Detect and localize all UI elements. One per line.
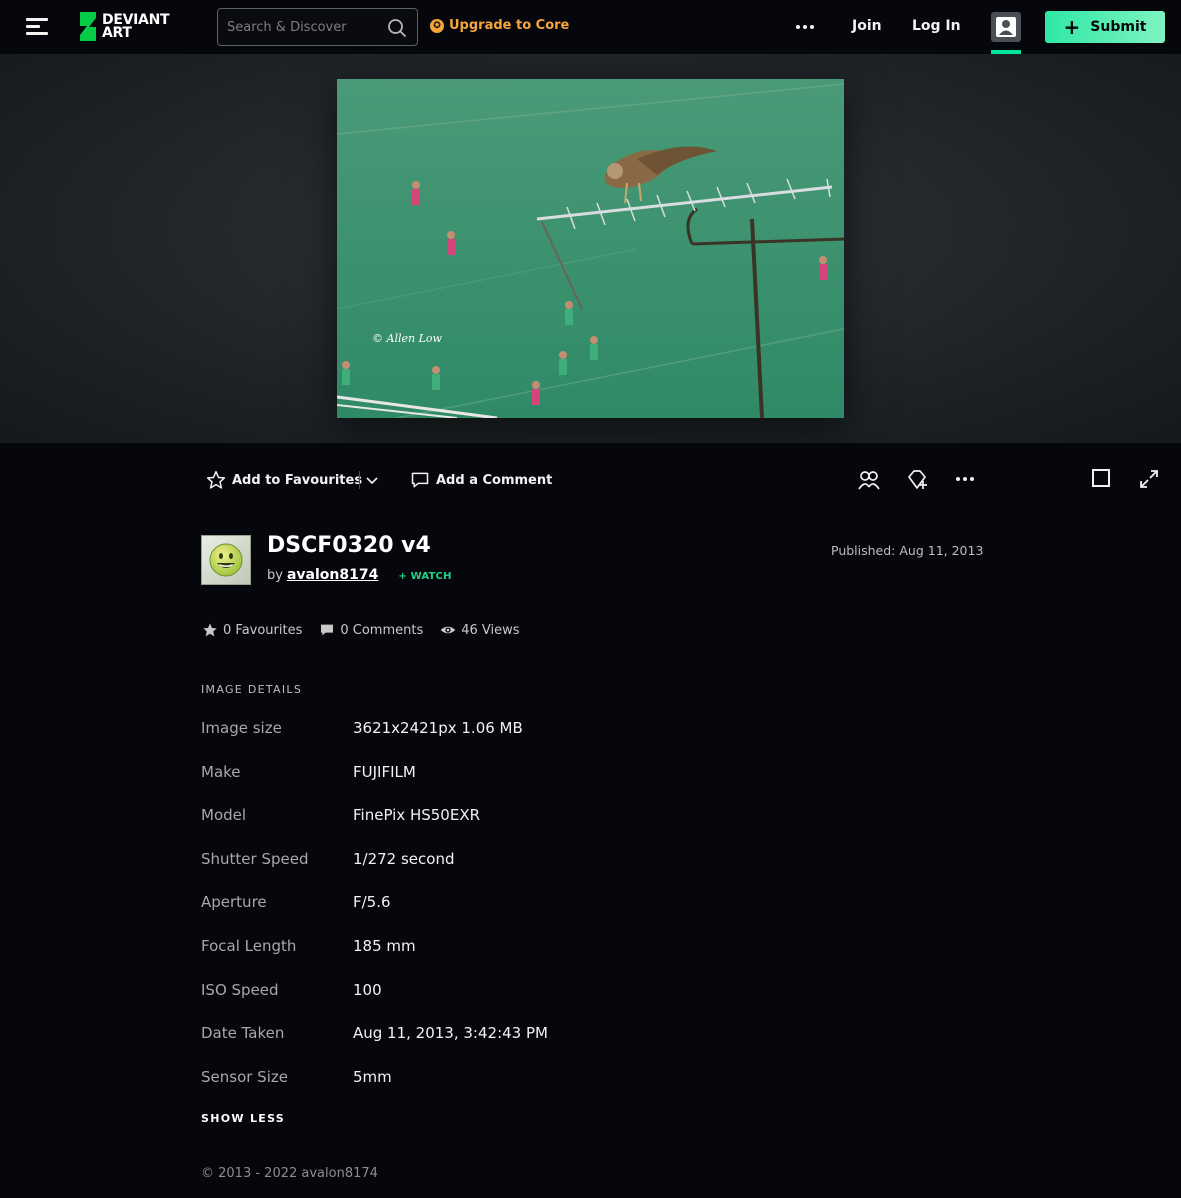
detail-value: F/5.6 (353, 893, 391, 912)
detail-label: Date Taken (201, 1024, 285, 1043)
deviantart-logo[interactable]: DEVIANT ART (79, 11, 170, 41)
comment-icon (411, 472, 429, 488)
login-link[interactable]: Log In (912, 18, 961, 34)
add-comment-label: Add a Comment (436, 472, 553, 488)
favourites-count: 0 Favourites (223, 622, 303, 638)
stats-bar: 0 Favourites 0 Comments 46 Views (202, 622, 537, 638)
artwork-image[interactable]: © Allen Low (337, 79, 844, 418)
detail-value: 1/272 second (353, 849, 455, 868)
add-to-favourites-button[interactable]: Add to Favourites (206, 470, 362, 490)
search-box (217, 8, 418, 46)
detail-label: Focal Length (201, 936, 297, 955)
detail-label: ISO Speed (201, 980, 279, 999)
user-profile-icon[interactable] (991, 12, 1021, 42)
detail-label: Shutter Speed (201, 849, 309, 868)
artwork-stage: © Allen Low (0, 54, 1181, 443)
detail-row: Focal Length 185 mm (201, 937, 548, 981)
detail-row: Aperture F/5.6 (201, 893, 548, 937)
user-silhouette-icon (996, 17, 1016, 37)
share-with-friends-icon[interactable] (857, 468, 881, 492)
expand-view-icon[interactable] (1091, 468, 1111, 488)
copyright-notice: © 2013 - 2022 avalon8174 (201, 1166, 378, 1181)
detail-label: Model (201, 806, 247, 825)
divider (359, 471, 360, 489)
logo-text: DEVIANT ART (102, 11, 170, 41)
comment-filled-icon (321, 624, 334, 636)
detail-row: Sensor Size 5mm (201, 1068, 548, 1112)
avatar[interactable] (201, 535, 251, 585)
views-stat: 46 Views (440, 622, 520, 638)
more-options-icon[interactable] (956, 477, 974, 481)
comments-stat: 0 Comments (319, 622, 423, 638)
detail-row: Shutter Speed 1/272 second (201, 850, 548, 894)
upgrade-to-core-link[interactable]: ✪ Upgrade to Core (430, 18, 569, 33)
detail-value: 3621x2421px 1.06 MB (353, 719, 523, 737)
published-date: Published: Aug 11, 2013 (831, 543, 984, 558)
watch-button[interactable]: + WATCH (398, 571, 451, 582)
detail-value: 185 mm (353, 936, 416, 955)
search-input[interactable] (218, 19, 378, 35)
upgrade-label: Upgrade to Core (449, 18, 570, 33)
comments-count: 0 Comments (340, 622, 424, 638)
top-navigation-bar: DEVIANT ART ✪ Upgrade to Core Join Log I… (0, 0, 1181, 54)
detail-value: Aug 11, 2013, 3:42:43 PM (353, 1024, 548, 1043)
author-link[interactable]: avalon8174 (287, 567, 378, 583)
detail-row: Date Taken Aug 11, 2013, 3:42:43 PM (201, 1024, 548, 1068)
search-icon[interactable] (387, 18, 407, 38)
smiley-face-icon (209, 543, 243, 577)
add-to-favourites-label: Add to Favourites (232, 472, 363, 488)
plus-icon: + (1063, 15, 1081, 39)
byline: by avalon8174 + WATCH (267, 567, 452, 583)
chevron-down-icon[interactable] (364, 472, 380, 488)
eye-icon (440, 626, 456, 634)
page-title: DSCF0320 v4 (267, 533, 431, 558)
by-label: by (267, 568, 283, 583)
detail-row: ISO Speed 100 (201, 981, 548, 1025)
join-link[interactable]: Join (852, 18, 882, 34)
image-details-table: Image size 3621x2421px 1.06 MB Make FUJIFIL… (201, 719, 548, 1111)
submit-label: Submit (1090, 19, 1147, 35)
detail-label: Sensor Size (201, 1067, 288, 1086)
detail-value: 5mm (353, 1067, 392, 1086)
menu-icon[interactable] (26, 18, 48, 36)
show-less-button[interactable]: SHOW LESS (201, 1112, 285, 1125)
detail-row: Make FUJIFILM (201, 763, 548, 807)
submit-button[interactable]: + Submit (1045, 11, 1165, 43)
deviantart-logo-icon (80, 12, 96, 41)
action-bar: Add to Favourites Add a Comment (0, 443, 1181, 515)
more-menu-icon[interactable] (796, 25, 814, 29)
detail-value: FUJIFILM (353, 762, 416, 781)
star-icon (206, 470, 226, 489)
fullscreen-icon[interactable] (1138, 468, 1160, 490)
core-badge-icon: ✪ (430, 18, 444, 33)
detail-value: FinePix HS50EXR (353, 806, 481, 825)
detail-label: Aperture (201, 893, 267, 912)
image-details-heading: IMAGE DETAILS (201, 683, 303, 696)
favourites-stat: 0 Favourites (202, 622, 302, 638)
detail-value: 100 (353, 980, 382, 999)
views-count: 46 Views (461, 622, 520, 638)
give-badge-icon[interactable] (905, 468, 929, 492)
artwork-watermark: © Allen Low (372, 332, 442, 345)
detail-row: Image size 3621x2421px 1.06 MB (201, 719, 548, 763)
add-comment-button[interactable]: Add a Comment (410, 470, 552, 490)
detail-label: Image size (201, 719, 282, 737)
detail-row: Model FinePix HS50EXR (201, 806, 548, 850)
detail-label: Make (201, 762, 241, 781)
star-filled-icon (203, 623, 217, 637)
